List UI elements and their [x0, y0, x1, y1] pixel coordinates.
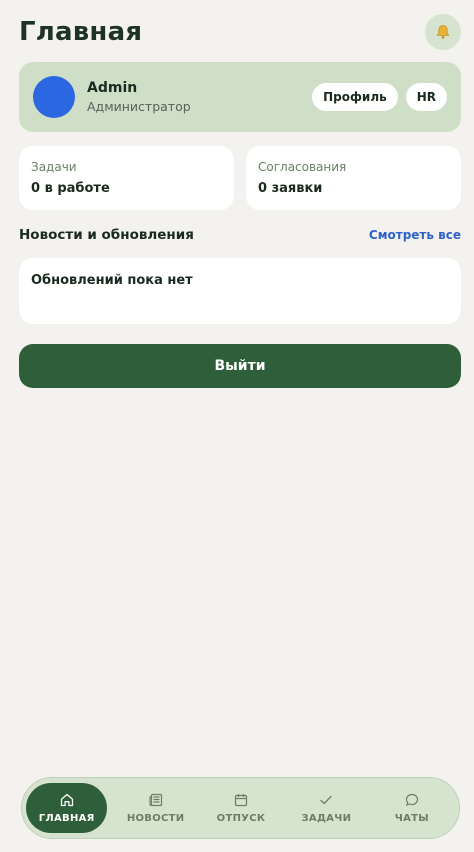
user-name: Admin — [87, 80, 138, 96]
notifications-button[interactable] — [425, 14, 461, 50]
nav-item-chats[interactable]: ЧАТЫ — [370, 783, 454, 833]
nav-item-news[interactable]: НОВОСТИ — [113, 783, 197, 833]
see-all-link[interactable]: Смотреть все — [369, 228, 461, 242]
approvals-card[interactable]: Согласования 0 заявки — [246, 146, 461, 210]
news-empty-text: Обновлений пока нет — [31, 273, 193, 288]
nav-item-vacation[interactable]: ОТПУСК — [199, 783, 283, 833]
check-icon — [320, 795, 333, 805]
user-info: Admin Администратор — [87, 80, 304, 114]
nav-item-tasks[interactable]: ЗАДАЧИ — [284, 783, 368, 833]
page-title: Главная — [19, 17, 143, 47]
bell-icon — [436, 25, 450, 39]
tasks-value: 0 в работе — [31, 181, 110, 196]
chat-icon — [405, 793, 418, 806]
hr-button[interactable]: HR — [405, 83, 447, 111]
calendar-icon — [234, 794, 248, 807]
nav-item-home[interactable]: ГЛАВНАЯ — [26, 783, 108, 833]
nav-label-tasks: ЗАДАЧИ — [301, 813, 352, 824]
news-section-header: Новости и обновления Смотреть все — [19, 226, 461, 244]
avatar[interactable] — [33, 76, 75, 118]
nav-label-vacation: ОТПУСК — [216, 813, 266, 824]
tasks-card[interactable]: Задачи 0 в работе — [19, 146, 234, 210]
home-icon — [60, 793, 73, 807]
nav-label-home: ГЛАВНАЯ — [38, 813, 95, 824]
news-card: Обновлений пока нет — [19, 258, 461, 324]
profile-button[interactable]: Профиль — [312, 83, 398, 111]
tasks-label: Задачи — [31, 160, 77, 174]
nav-label-news: НОВОСТИ — [126, 813, 185, 824]
newspaper-icon — [149, 793, 162, 807]
bottom-nav: ГЛАВНАЯ НОВОСТИ ОТПУСК ЗАДАЧИ ЧАТЫ — [21, 777, 460, 839]
user-role: Администратор — [87, 99, 191, 114]
approvals-label: Согласования — [258, 160, 347, 174]
nav-label-chats: ЧАТЫ — [394, 813, 429, 824]
profile-card: Admin Администратор Профиль HR — [19, 62, 461, 132]
header: Главная — [19, 12, 461, 52]
news-section-title: Новости и обновления — [19, 227, 194, 243]
logout-button[interactable]: Выйти — [19, 344, 461, 388]
approvals-value: 0 заявки — [258, 181, 323, 196]
